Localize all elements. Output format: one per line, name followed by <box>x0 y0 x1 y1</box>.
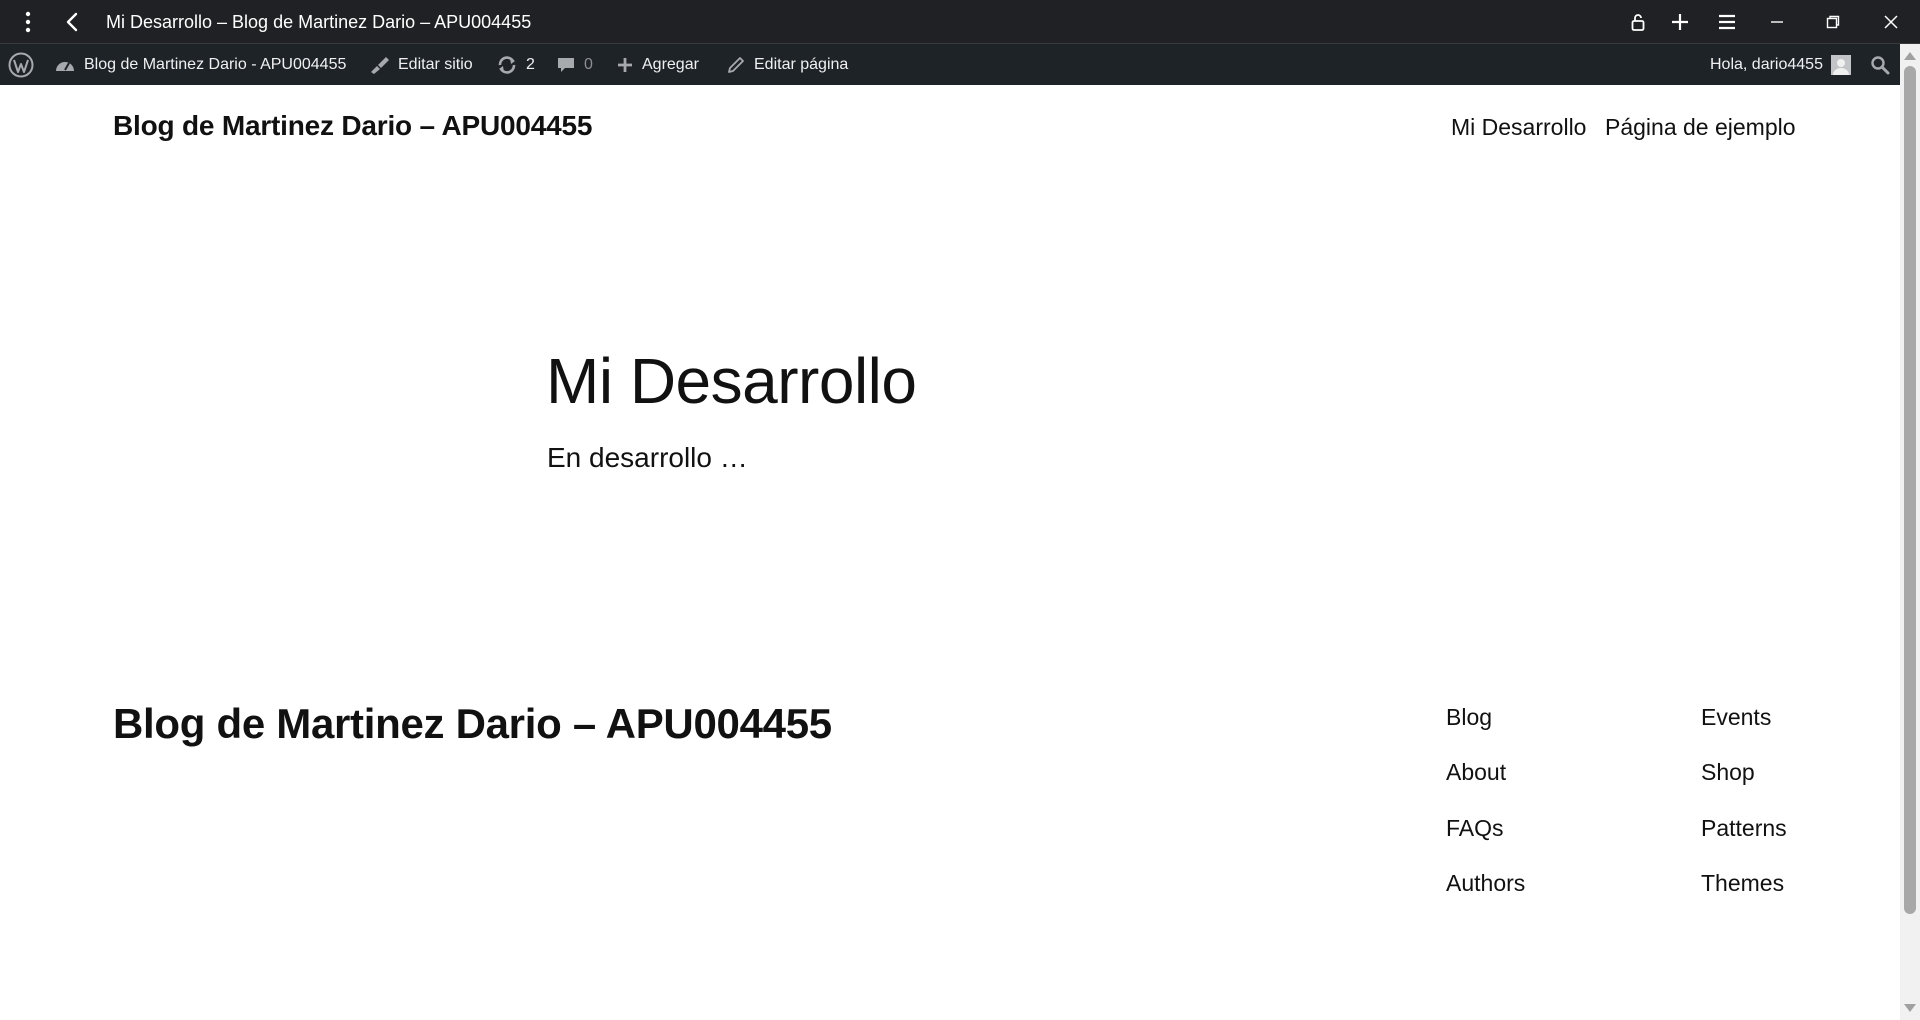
footer-link-about[interactable]: About <box>1446 759 1506 786</box>
footer-link-faqs[interactable]: FAQs <box>1446 815 1504 842</box>
add-new-label: Agregar <box>642 55 699 73</box>
menu-dots-icon[interactable] <box>14 0 42 44</box>
nav-item-pagina-de-ejemplo[interactable]: Página de ejemplo <box>1605 114 1796 141</box>
footer-link-authors[interactable]: Authors <box>1446 870 1525 897</box>
greeting-label: Hola, dario4455 <box>1710 55 1823 73</box>
restore-icon[interactable] <box>1818 0 1848 44</box>
hamburger-icon[interactable] <box>1712 0 1742 44</box>
comment-icon <box>556 55 576 75</box>
footer-link-themes[interactable]: Themes <box>1701 870 1784 897</box>
nav-item-mi-desarrollo[interactable]: Mi Desarrollo <box>1451 114 1586 141</box>
browser-titlebar: Mi Desarrollo – Blog de Martinez Dario –… <box>0 0 1920 44</box>
footer-link-blog[interactable]: Blog <box>1446 704 1492 731</box>
browser-title: Mi Desarrollo – Blog de Martinez Dario –… <box>106 12 532 32</box>
scrollbar-thumb[interactable] <box>1904 66 1916 914</box>
site-title[interactable]: Blog de Martinez Dario – APU004455 <box>113 110 592 142</box>
footer-link-patterns[interactable]: Patterns <box>1701 815 1787 842</box>
updates-count: 2 <box>526 55 535 73</box>
comments-link[interactable]: 0 <box>556 44 593 85</box>
edit-page-label: Editar página <box>754 55 849 73</box>
site-name-menu[interactable]: Blog de Martinez Dario - APU004455 <box>54 44 346 85</box>
edit-site-label: Editar sitio <box>398 55 473 73</box>
back-icon[interactable] <box>58 0 86 44</box>
lock-icon[interactable] <box>1624 0 1652 44</box>
updates-icon <box>496 55 518 75</box>
scroll-up-arrow-icon[interactable] <box>1904 52 1916 60</box>
close-icon[interactable] <box>1876 0 1906 44</box>
dashboard-icon <box>54 55 76 75</box>
wp-admin-bar: Blog de Martinez Dario - APU004455 Edita… <box>0 44 1920 85</box>
footer-link-shop[interactable]: Shop <box>1701 759 1755 786</box>
scroll-down-arrow-icon[interactable] <box>1904 1004 1916 1012</box>
add-new-link[interactable]: Agregar <box>616 44 699 85</box>
page-content: En desarrollo … <box>547 442 748 473</box>
brush-icon <box>368 55 390 75</box>
page-scrollbar[interactable] <box>1900 44 1920 1020</box>
edit-page-link[interactable]: Editar página <box>726 44 848 85</box>
minimize-icon[interactable] <box>1762 0 1792 44</box>
footer-site-title[interactable]: Blog de Martinez Dario – APU004455 <box>113 700 832 748</box>
page-title: Mi Desarrollo <box>546 345 917 417</box>
account-menu[interactable]: Hola, dario4455 <box>1710 44 1851 85</box>
plus-icon[interactable] <box>1666 0 1694 44</box>
pencil-icon <box>726 55 746 75</box>
updates-link[interactable]: 2 <box>496 44 535 85</box>
comments-count: 0 <box>584 55 593 73</box>
wordpress-logo-icon[interactable] <box>8 44 34 85</box>
avatar <box>1830 54 1851 75</box>
search-icon[interactable] <box>1870 44 1890 85</box>
site-name-label: Blog de Martinez Dario - APU004455 <box>84 55 347 73</box>
add-icon <box>616 56 634 74</box>
edit-site-link[interactable]: Editar sitio <box>368 44 473 85</box>
footer-link-events[interactable]: Events <box>1701 704 1771 731</box>
